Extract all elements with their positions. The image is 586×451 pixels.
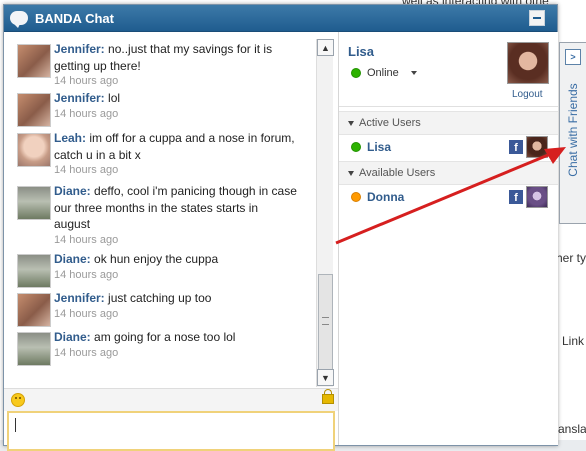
arrow-shaft [335, 151, 554, 245]
annotation-arrow [335, 147, 566, 245]
